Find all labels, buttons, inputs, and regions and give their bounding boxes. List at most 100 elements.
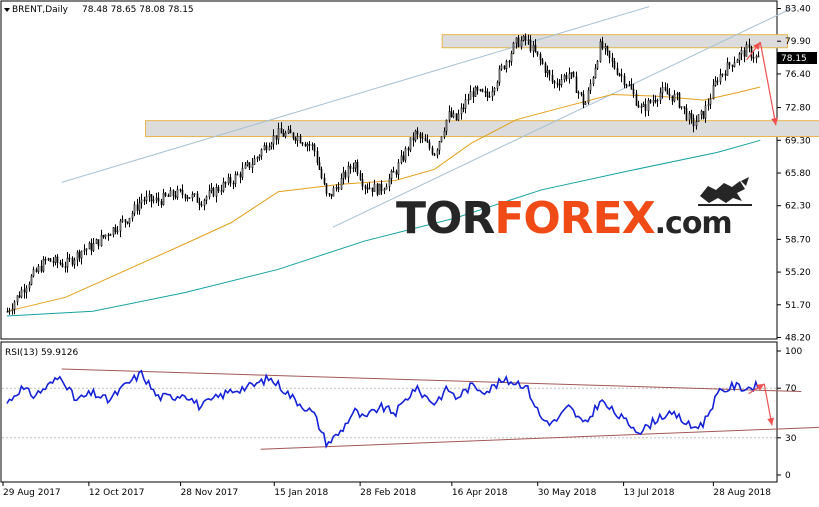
candle-body (544, 63, 547, 74)
candle-body (616, 67, 619, 75)
candle-body (496, 82, 499, 89)
candle-body (150, 194, 153, 202)
candle-body (541, 59, 544, 65)
candle-body (359, 173, 362, 180)
candle-body (563, 75, 566, 80)
candle-body (64, 266, 67, 269)
time-tick-label: 28 Feb 2018 (360, 488, 416, 498)
candle-body (743, 50, 746, 57)
candle-body (275, 135, 278, 140)
candle-body (546, 70, 549, 74)
candle-body (464, 99, 467, 109)
candle-body (505, 61, 508, 69)
candle-body (709, 98, 712, 105)
time-tick-label: 28 Nov 2017 (181, 488, 239, 498)
candle-body (623, 75, 626, 86)
candle-body (584, 102, 587, 105)
candle-body (361, 179, 364, 187)
watermark-part3: .com (655, 206, 732, 241)
candle-body (606, 46, 609, 52)
candle-body (102, 234, 105, 238)
candle-body (366, 187, 369, 190)
candle-body (107, 234, 110, 237)
candle-body (184, 194, 187, 199)
candle-body (28, 283, 31, 289)
candle-body (104, 234, 107, 238)
candle-body (402, 155, 405, 161)
candle-body (56, 256, 59, 263)
candle-body (66, 257, 69, 268)
candle-body (618, 73, 621, 76)
candle-body (18, 295, 21, 298)
candle-body (666, 89, 669, 95)
candle-body (349, 165, 352, 169)
candle-body (126, 221, 129, 224)
candle-body (73, 259, 76, 265)
candle-body (476, 87, 479, 91)
candle-body (52, 261, 55, 263)
candle-body (318, 162, 321, 170)
candle-body (85, 248, 88, 251)
candle-body (527, 39, 530, 42)
candle-body (282, 132, 285, 137)
candle-body (440, 136, 443, 142)
candle-body (683, 106, 686, 109)
candle-body (551, 74, 554, 82)
chart-root: 83.40 79.90 76.40 72.80 69.30 65.80 62.30 58.70… (0, 0, 819, 503)
candle-body (426, 140, 429, 143)
candle-body (412, 137, 415, 141)
candle-body (164, 192, 167, 196)
candle-body (352, 167, 355, 170)
candle-body (198, 202, 201, 205)
candle-body (644, 104, 647, 112)
candle-body (316, 150, 319, 163)
candle-body (524, 35, 527, 41)
rsi-tick-label: 100 (785, 347, 802, 357)
candle-body (80, 250, 83, 259)
candle-body (42, 258, 45, 272)
candle-body (323, 177, 326, 185)
watermark-part2: FOREX (494, 193, 655, 244)
candle-body (354, 161, 357, 169)
candle-body (491, 91, 494, 97)
candle-body (289, 129, 292, 134)
candle-body (210, 187, 213, 191)
candle-body (486, 91, 489, 97)
candle-body (124, 219, 127, 223)
candle-body (724, 73, 727, 76)
candle-body (256, 157, 259, 160)
candle-body (280, 127, 283, 134)
candle-body (431, 147, 434, 155)
candle-body (143, 199, 146, 202)
candle-body (368, 187, 371, 190)
candle-body (246, 162, 249, 166)
candle-body (385, 186, 388, 190)
candle-body (664, 87, 667, 91)
candle-body (522, 35, 525, 41)
candle-body (748, 44, 751, 48)
candle-body (419, 133, 422, 139)
candle-body (433, 153, 436, 156)
candle-body (188, 197, 191, 199)
candle-body (234, 174, 237, 184)
candle-body (25, 287, 28, 293)
candle-body (196, 193, 199, 203)
candle-body (92, 243, 95, 251)
candle-body (172, 190, 175, 197)
candle-body (270, 143, 273, 148)
price-tick-label: 51.70 (785, 301, 811, 311)
candle-body (340, 178, 343, 190)
candle-body (260, 149, 263, 157)
candle-body (707, 103, 710, 107)
candle-body (152, 199, 155, 202)
candle-body (400, 155, 403, 164)
candle-body (44, 258, 47, 261)
candle-body (680, 106, 683, 108)
candle-body (395, 171, 398, 175)
price-tick-label: 79.90 (785, 37, 811, 47)
candle-body (659, 92, 662, 101)
candle-body (128, 217, 131, 224)
candle-body (217, 187, 220, 192)
price-tick-label: 62.30 (785, 202, 811, 212)
candle-body (445, 119, 448, 132)
